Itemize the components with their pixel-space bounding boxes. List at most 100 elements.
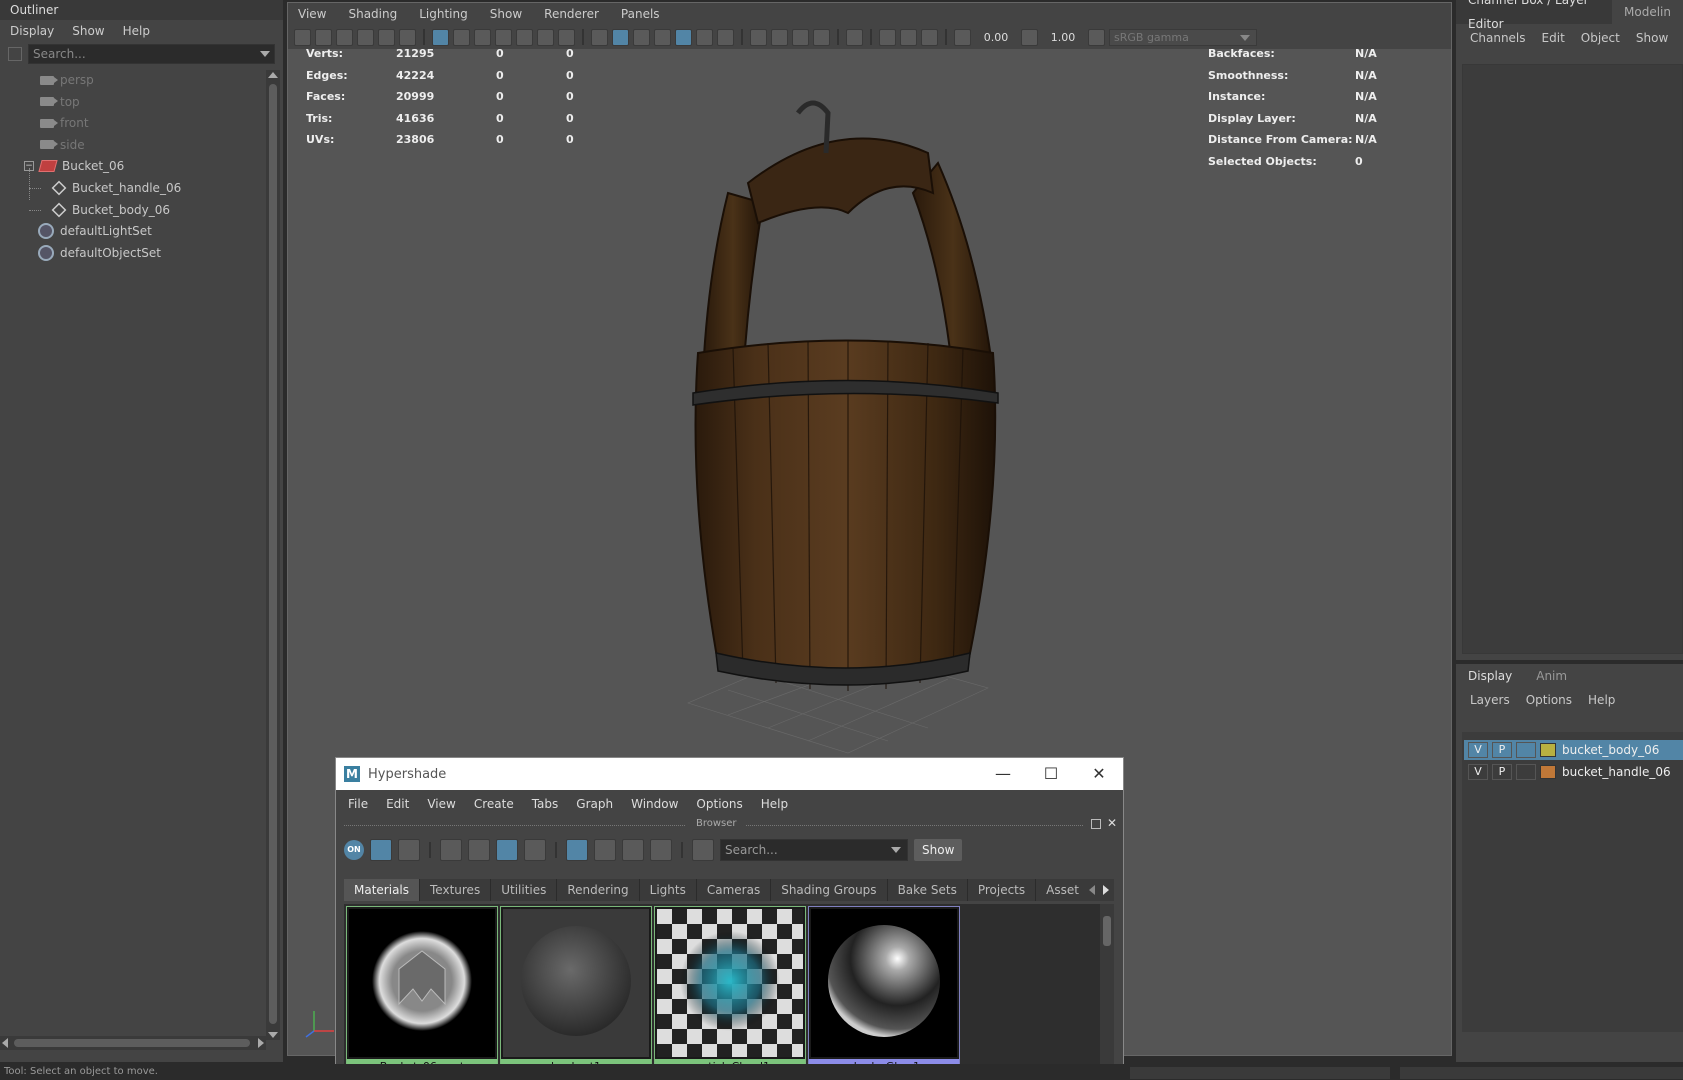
motion-blur-icon[interactable]: [771, 28, 788, 46]
shadows-icon[interactable]: [717, 28, 734, 46]
pan-zoom-icon[interactable]: [378, 28, 395, 46]
medium-swatch-icon[interactable]: [468, 839, 490, 861]
sort-by-type-icon[interactable]: [594, 839, 616, 861]
tree-item-persp[interactable]: persp: [40, 70, 94, 90]
close-icon[interactable]: ✕: [1075, 758, 1123, 790]
use-all-lights-icon[interactable]: [696, 28, 713, 46]
channel-box-menu-object[interactable]: Object: [1581, 31, 1620, 45]
wireframe-icon[interactable]: [591, 28, 608, 46]
image-plane-icon[interactable]: [357, 28, 374, 46]
hypershade-menu-tabs[interactable]: Tabs: [532, 797, 559, 811]
tab-rendering[interactable]: Rendering: [557, 879, 640, 901]
camera-attributes-icon[interactable]: [315, 28, 332, 46]
isolate-select-icon[interactable]: [846, 28, 863, 46]
layer-color-swatch[interactable]: [1540, 765, 1556, 779]
exposure-icon[interactable]: [954, 28, 971, 46]
minimize-icon[interactable]: —: [979, 758, 1027, 790]
exposure-value[interactable]: 0.00: [975, 31, 1017, 44]
gamma-value[interactable]: 1.00: [1042, 31, 1084, 44]
hypershade-menu-options[interactable]: Options: [696, 797, 742, 811]
layer-color-swatch[interactable]: [1540, 743, 1556, 757]
hypershade-menu-help[interactable]: Help: [761, 797, 788, 811]
default-material-icon[interactable]: [633, 28, 650, 46]
hypershade-menu-view[interactable]: View: [427, 797, 455, 811]
tab-utilities[interactable]: Utilities: [491, 879, 558, 901]
material-swatch-shader-glow1[interactable]: shaderGlow1: [808, 906, 960, 1076]
hypershade-search-input[interactable]: Search...: [720, 839, 908, 861]
icon-view-icon[interactable]: [370, 839, 392, 861]
layer-playback-toggle[interactable]: P: [1492, 742, 1512, 758]
hypershade-menu-graph[interactable]: Graph: [576, 797, 613, 811]
tab-scroll-arrows[interactable]: [1084, 879, 1114, 901]
layer-visibility-toggle[interactable]: V: [1468, 742, 1488, 758]
layer-row-bucket-handle[interactable]: V P bucket_handle_06: [1464, 762, 1683, 782]
bucket-model[interactable]: [648, 93, 1048, 763]
viewport-menu-lighting[interactable]: Lighting: [419, 7, 468, 21]
viewport-menu-view[interactable]: View: [298, 7, 326, 21]
viewport-menu-renderer[interactable]: Renderer: [544, 7, 599, 21]
tab-anim[interactable]: Anim: [1524, 664, 1579, 688]
depth-of-field-icon[interactable]: [813, 28, 830, 46]
tree-item-bucket-body[interactable]: Bucket_body_06: [51, 200, 170, 220]
channel-box-area[interactable]: [1462, 64, 1683, 654]
safe-title-icon[interactable]: [558, 28, 575, 46]
outliner-menu-show[interactable]: Show: [72, 24, 104, 38]
tab-projects[interactable]: Projects: [968, 879, 1037, 901]
layer-editor-menu-options[interactable]: Options: [1526, 693, 1572, 707]
tree-item-side[interactable]: side: [40, 135, 85, 155]
color-management-icon[interactable]: [1088, 28, 1105, 46]
tab-lights[interactable]: Lights: [640, 879, 697, 901]
close-panel-icon[interactable]: ✕: [1107, 816, 1117, 830]
outliner-menu-display[interactable]: Display: [10, 24, 54, 38]
hypershade-menu-window[interactable]: Window: [631, 797, 678, 811]
material-swatch-particle-cloud1[interactable]: particleCloud1: [654, 906, 806, 1076]
channel-box-menu-show[interactable]: Show: [1636, 31, 1668, 45]
smooth-shade-icon[interactable]: [612, 28, 629, 46]
material-swatch-bucket-06-mat[interactable]: Bucket_06_mat: [346, 906, 498, 1076]
scroll-up-icon[interactable]: [268, 72, 278, 78]
scroll-left-icon[interactable]: [2, 1038, 8, 1048]
xray-icon[interactable]: [879, 28, 896, 46]
float-panel-icon[interactable]: [1091, 819, 1101, 829]
bookmark-icon[interactable]: [336, 28, 353, 46]
anti-aliasing-icon[interactable]: [792, 28, 809, 46]
tab-shading-groups[interactable]: Shading Groups: [771, 879, 888, 901]
color-space-dropdown[interactable]: sRGB gamma: [1109, 28, 1257, 46]
viewport-menu-shading[interactable]: Shading: [348, 7, 397, 21]
gamma-icon[interactable]: [1021, 28, 1038, 46]
film-gate-icon[interactable]: [453, 28, 470, 46]
channel-box-menu-edit[interactable]: Edit: [1542, 31, 1565, 45]
filter-icon[interactable]: [692, 839, 714, 861]
tab-textures[interactable]: Textures: [420, 879, 492, 901]
sort-by-time-icon[interactable]: [622, 839, 644, 861]
auto-update-toggle[interactable]: ON: [344, 840, 364, 860]
layer-display-type-toggle[interactable]: [1516, 742, 1536, 758]
grid-icon[interactable]: [432, 28, 449, 46]
tab-materials[interactable]: Materials: [344, 879, 421, 901]
layer-playback-toggle[interactable]: P: [1492, 764, 1512, 780]
tree-item-bucket-handle[interactable]: Bucket_handle_06: [51, 178, 181, 198]
channel-box-menu-channels[interactable]: Channels: [1470, 31, 1526, 45]
screen-space-ao-icon[interactable]: [750, 28, 767, 46]
small-swatch-icon[interactable]: [440, 839, 462, 861]
tree-item-front[interactable]: front: [40, 113, 89, 133]
scroll-thumb[interactable]: [1103, 916, 1111, 946]
gate-mask-icon[interactable]: [495, 28, 512, 46]
scroll-thumb[interactable]: [269, 84, 277, 1024]
filter-icon[interactable]: [8, 47, 22, 61]
tab-modeling-toolkit[interactable]: Modelin: [1612, 0, 1683, 24]
xray-joints-icon[interactable]: [921, 28, 938, 46]
textured-icon[interactable]: [675, 28, 692, 46]
tree-item-default-light-set[interactable]: defaultLightSet: [38, 221, 152, 241]
scroll-down-icon[interactable]: [268, 1032, 278, 1038]
maximize-icon[interactable]: ☐: [1027, 758, 1075, 790]
tab-display[interactable]: Display: [1456, 664, 1524, 688]
outliner-search-input[interactable]: Search...: [28, 44, 275, 64]
show-button[interactable]: Show: [914, 839, 963, 861]
tab-cameras[interactable]: Cameras: [697, 879, 772, 901]
layer-visibility-toggle[interactable]: V: [1468, 764, 1488, 780]
chevron-down-icon[interactable]: [260, 51, 270, 57]
materials-scrollbar[interactable]: [1100, 904, 1114, 1080]
outliner-vertical-scrollbar[interactable]: [266, 70, 280, 1040]
layer-row-bucket-body[interactable]: V P bucket_body_06: [1464, 740, 1683, 760]
